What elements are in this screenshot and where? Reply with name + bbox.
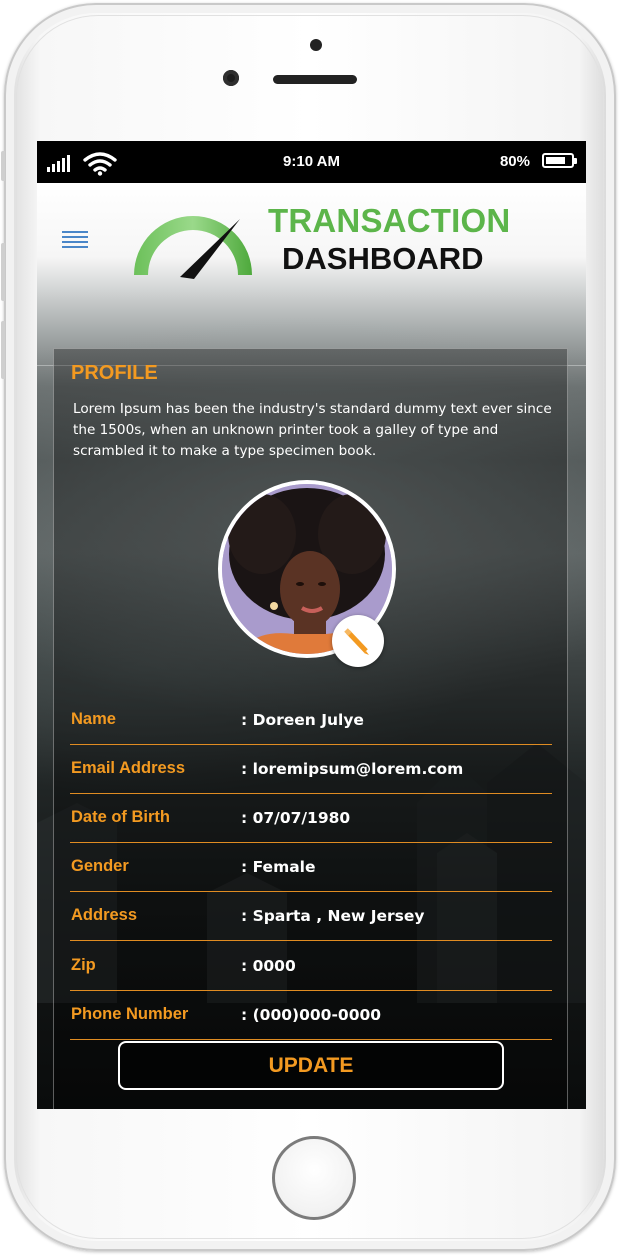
phone-screen: 9:10 AM 80% TRANSACTION DASHBOARD PROFIL…: [37, 141, 586, 1109]
volume-down-button: [1, 321, 5, 379]
field-value[interactable]: : Female: [241, 858, 316, 876]
field-label: Zip: [71, 956, 96, 974]
field-gender: Gender : Female: [70, 842, 552, 892]
field-label: Date of Birth: [71, 808, 170, 826]
profile-title: PROFILE: [71, 362, 158, 384]
volume-up-button: [1, 243, 5, 301]
battery-level: [546, 157, 566, 164]
field-address: Address : Sparta , New Jersey: [70, 891, 552, 941]
field-value[interactable]: : Sparta , New Jersey: [241, 907, 424, 925]
field-label: Phone Number: [71, 1005, 189, 1023]
field-date-of-birth: Date of Birth : 07/07/1980: [70, 793, 552, 843]
logo-title: TRANSACTION: [268, 202, 511, 239]
profile-card: PROFILE Lorem Ipsum has been the industr…: [53, 348, 568, 1109]
mute-switch: [1, 151, 5, 181]
field-zip: Zip : 0000: [70, 941, 552, 991]
update-button[interactable]: UPDATE: [118, 1041, 504, 1090]
speedometer-gauge-icon: [134, 216, 252, 279]
status-bar: 9:10 AM 80%: [37, 141, 586, 183]
earpiece-speaker: [273, 75, 357, 84]
field-name: Name : Doreen Julye: [70, 695, 552, 745]
field-label: Gender: [71, 857, 129, 875]
field-email-address: Email Address : loremipsum@lorem.com: [70, 744, 552, 794]
field-value[interactable]: : loremipsum@lorem.com: [241, 760, 463, 778]
field-label: Address: [71, 906, 138, 924]
battery-icon: [542, 153, 577, 168]
logo-subtitle: DASHBOARD: [282, 241, 484, 276]
battery-percent: 80%: [499, 153, 530, 170]
field-value[interactable]: : 07/07/1980: [241, 809, 350, 827]
field-value[interactable]: : Doreen Julye: [241, 711, 364, 729]
hamburger-menu-icon[interactable]: [62, 231, 88, 249]
field-label: Name: [71, 710, 116, 728]
field-value[interactable]: : (000)000-0000: [241, 1006, 381, 1024]
pencil-icon: [344, 628, 369, 655]
front-camera: [223, 70, 239, 86]
edit-photo-button[interactable]: [332, 615, 384, 667]
profile-description: Lorem Ipsum has been the industry's stan…: [73, 401, 552, 459]
home-button[interactable]: [272, 1136, 356, 1220]
field-value[interactable]: : 0000: [241, 957, 296, 975]
field-label: Email Address: [71, 759, 186, 777]
field-phone-number: Phone Number : (000)000-0000: [70, 990, 552, 1040]
proximity-sensor: [310, 39, 322, 51]
